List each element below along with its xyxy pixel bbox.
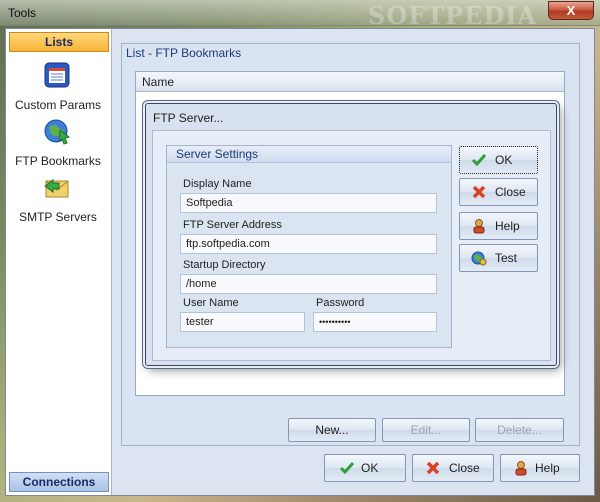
footer-ok-button[interactable]: OK: [324, 454, 406, 482]
sidebar-item-custom-params[interactable]: Custom Params: [6, 60, 110, 116]
sidebar-item-label: Custom Params: [14, 98, 102, 112]
dialog-test-button[interactable]: Test: [459, 244, 538, 272]
dialog-test-label: Test: [495, 251, 518, 265]
watermark-text: SOFTPEDIA: [368, 1, 538, 30]
sidebar: Lists Custom Params FTP Bookmarks SMTP S…: [6, 29, 112, 495]
dialog-help-label: Help: [495, 219, 520, 233]
sidebar-footer-connections[interactable]: Connections: [9, 472, 109, 492]
window-title: Tools: [8, 6, 37, 20]
sidebar-item-ftp-bookmarks[interactable]: FTP Bookmarks: [6, 116, 110, 172]
sidebar-item-label: FTP Bookmarks: [15, 154, 101, 168]
checkmark-icon: [471, 154, 487, 167]
help-icon: [473, 219, 485, 234]
dialog-help-button[interactable]: Help: [459, 212, 538, 240]
title-bar[interactable]: Tools SOFTPEDIA X: [0, 0, 600, 30]
group-title: Server Settings: [167, 146, 451, 163]
sidebar-item-label: SMTP Servers: [19, 210, 97, 224]
sidebar-item-smtp-servers[interactable]: SMTP Servers: [6, 172, 110, 228]
close-x-icon: [472, 185, 486, 199]
panel-title: List - FTP Bookmarks: [126, 46, 242, 60]
dialog-close-button[interactable]: Close: [459, 178, 538, 206]
footer-ok-label: OK: [361, 461, 379, 475]
tools-window: Tools SOFTPEDIA X Lists Custom Params FT…: [0, 0, 600, 502]
dialog-ok-button[interactable]: OK: [459, 146, 538, 174]
ftp-bookmarks-icon: [44, 119, 71, 145]
new-button[interactable]: New...: [288, 418, 376, 442]
delete-button[interactable]: Delete...: [475, 418, 564, 442]
password-label: Password: [316, 297, 365, 309]
password-field[interactable]: ••••••••••: [313, 312, 437, 332]
ftp-address-field[interactable]: ftp.softpedia.com: [180, 234, 437, 254]
user-name-field[interactable]: tester: [180, 312, 305, 332]
close-icon: X: [566, 3, 576, 18]
dialog-ok-label: OK: [495, 153, 513, 167]
footer-help-button[interactable]: Help: [500, 454, 580, 482]
server-settings-group: Server Settings Display Name Softpedia F…: [166, 145, 452, 348]
footer-close-button[interactable]: Close: [412, 454, 494, 482]
display-name-field[interactable]: Softpedia: [180, 193, 437, 213]
window-close-button[interactable]: X: [548, 1, 594, 20]
custom-params-icon: [44, 62, 70, 88]
edit-button[interactable]: Edit...: [382, 418, 470, 442]
close-x-icon: [426, 461, 440, 475]
user-name-label: User Name: [183, 297, 239, 309]
column-header-name[interactable]: Name: [136, 72, 564, 92]
dialog-title: FTP Server...: [153, 111, 224, 125]
ftp-server-dialog: FTP Server... Server Settings Display Na…: [145, 103, 557, 366]
checkmark-icon: [339, 462, 355, 475]
dialog-close-label: Close: [495, 185, 526, 199]
test-connection-icon: [471, 251, 487, 266]
footer-close-label: Close: [449, 461, 480, 475]
startup-directory-field[interactable]: /home: [180, 274, 437, 294]
display-name-label: Display Name: [183, 178, 252, 190]
startup-directory-label: Startup Directory: [183, 259, 266, 271]
smtp-servers-icon: [44, 179, 69, 198]
sidebar-header-lists[interactable]: Lists: [9, 32, 109, 52]
ftp-address-label: FTP Server Address: [183, 219, 282, 231]
help-icon: [515, 461, 527, 476]
footer-help-label: Help: [535, 461, 560, 475]
